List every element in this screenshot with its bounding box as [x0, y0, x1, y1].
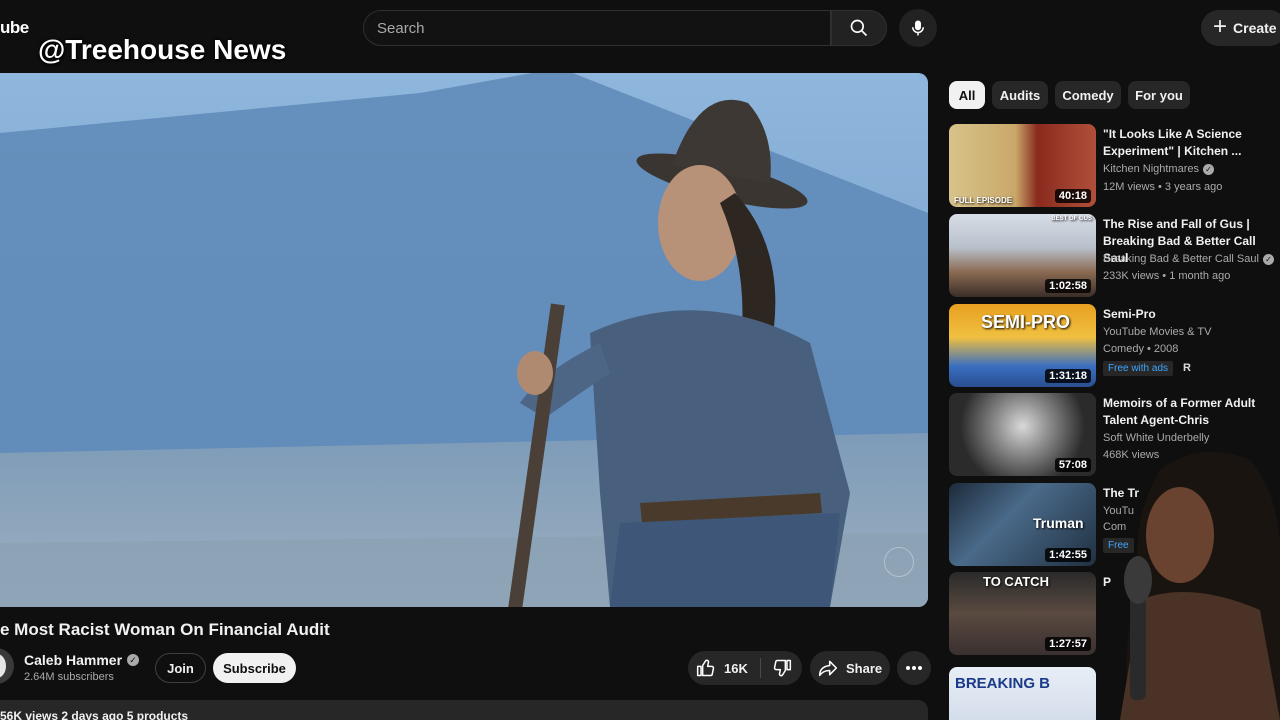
- verified-check-icon: ✓: [1262, 253, 1274, 265]
- video-duration: 1:27:57: [1045, 637, 1091, 651]
- like-dislike-group: 16K: [688, 651, 802, 685]
- create-label: Create: [1233, 20, 1277, 36]
- recommended-video[interactable]: BEST OF GUS 1:02:58 The Rise and Fall of…: [949, 214, 1280, 298]
- video-stats: 56K views 2 days ago 5 products: [0, 709, 189, 720]
- channel-avatar[interactable]: [0, 648, 14, 684]
- share-icon: [818, 660, 838, 677]
- channel-name[interactable]: Caleb Hammer ✓: [24, 652, 140, 668]
- thumbnail-text: SEMI-PRO: [981, 312, 1071, 332]
- plus-icon: +: [1213, 13, 1228, 40]
- chip-audits[interactable]: Audits: [992, 81, 1048, 109]
- channel-label[interactable]: Breaking Bad & Better Call Saul: [1103, 253, 1259, 265]
- video-frame: [0, 73, 928, 607]
- video-title[interactable]: "It Looks Like A Science Experiment" | K…: [1103, 126, 1280, 160]
- video-title: e Most Racist Woman On Financial Audit: [0, 620, 330, 639]
- content-rating: R: [1183, 362, 1191, 374]
- youtube-logo[interactable]: ube: [0, 18, 29, 38]
- channel-watermark: @Treehouse News: [38, 34, 287, 65]
- video-duration: 1:02:58: [1045, 279, 1091, 293]
- more-actions-button[interactable]: [897, 651, 931, 685]
- video-duration: 1:31:18: [1045, 369, 1091, 383]
- thumbnail-text: BEST OF GUS: [1051, 216, 1092, 222]
- video-title[interactable]: Semi-Pro: [1103, 306, 1280, 323]
- search-button[interactable]: [831, 10, 887, 46]
- join-button[interactable]: Join: [155, 653, 206, 683]
- microphone-icon: [912, 20, 924, 36]
- free-with-ads-badge: Free with ads: [1103, 361, 1174, 376]
- like-separator: [760, 658, 761, 678]
- video-duration: 40:18: [1054, 189, 1091, 203]
- search-box[interactable]: [363, 10, 831, 46]
- subscribe-button[interactable]: Subscribe: [213, 653, 296, 683]
- thumbnail-text: FULL EPISODE: [954, 196, 1013, 205]
- thumbnail-text: Truman: [1033, 515, 1084, 531]
- chip-for-you[interactable]: For you: [1128, 81, 1190, 109]
- channel-label[interactable]: Kitchen Nightmares: [1103, 163, 1199, 175]
- video-thumbnail[interactable]: FULL EPISODE 40:18: [949, 124, 1096, 207]
- verified-check-icon: ✓: [1203, 163, 1214, 175]
- voice-search-button[interactable]: [899, 9, 937, 47]
- thumbs-up-icon: [696, 659, 715, 677]
- video-thumbnail[interactable]: Truman 1:42:55: [949, 483, 1096, 566]
- video-duration: 1:42:55: [1045, 548, 1091, 562]
- like-count: 16K: [724, 660, 748, 676]
- channel-name-label[interactable]: Caleb Hammer: [24, 652, 122, 668]
- webcam-overlay: [1120, 452, 1280, 720]
- video-thumbnail[interactable]: SEMI-PRO 1:31:18: [949, 304, 1096, 387]
- chip-all[interactable]: All: [949, 81, 985, 109]
- thumbnail-text: BREAKING B: [955, 675, 1051, 692]
- video-thumbnail[interactable]: BREAKING B: [949, 667, 1096, 720]
- video-channel[interactable]: YouTube Movies & TV: [1103, 326, 1211, 338]
- video-meta: 12M views • 3 years ago: [1103, 181, 1223, 193]
- recommended-video[interactable]: FULL EPISODE 40:18 "It Looks Like A Scie…: [949, 124, 1280, 208]
- recommended-video[interactable]: SEMI-PRO 1:31:18 Semi-Pro YouTube Movies…: [949, 304, 1280, 388]
- video-player[interactable]: [0, 73, 928, 607]
- subscriber-count: 2.64M subscribers: [24, 671, 114, 683]
- video-thumbnail[interactable]: TO CATCH 1:27:57: [949, 572, 1096, 655]
- channel-logo-watermark: [884, 547, 914, 577]
- like-button[interactable]: 16K: [688, 651, 760, 685]
- video-duration: 57:08: [1054, 458, 1091, 472]
- verified-check-icon: ✓: [127, 654, 140, 666]
- share-label: Share: [846, 660, 883, 676]
- video-title[interactable]: Memoirs of a Former Adult Talent Agent-C…: [1103, 395, 1280, 429]
- channel-label[interactable]: YouTube Movies & TV: [1103, 326, 1211, 338]
- chip-comedy[interactable]: Comedy: [1055, 81, 1121, 109]
- video-channel[interactable]: Breaking Bad & Better Call Saul ✓: [1103, 253, 1274, 265]
- video-meta: Comedy • 2008: [1103, 343, 1179, 355]
- dislike-button[interactable]: [762, 651, 802, 685]
- create-button[interactable]: + Create: [1201, 10, 1280, 46]
- search-icon: [850, 19, 868, 37]
- thumbs-down-icon: [773, 659, 792, 677]
- share-button[interactable]: Share: [810, 651, 890, 685]
- video-thumbnail[interactable]: BEST OF GUS 1:02:58: [949, 214, 1096, 297]
- more-horizontal-icon: [906, 666, 922, 670]
- video-meta: 233K views • 1 month ago: [1103, 270, 1231, 282]
- video-channel[interactable]: Kitchen Nightmares ✓: [1103, 163, 1214, 175]
- search-input[interactable]: [364, 11, 830, 45]
- thumbnail-text: TO CATCH: [983, 574, 1049, 589]
- video-thumbnail[interactable]: 57:08: [949, 393, 1096, 476]
